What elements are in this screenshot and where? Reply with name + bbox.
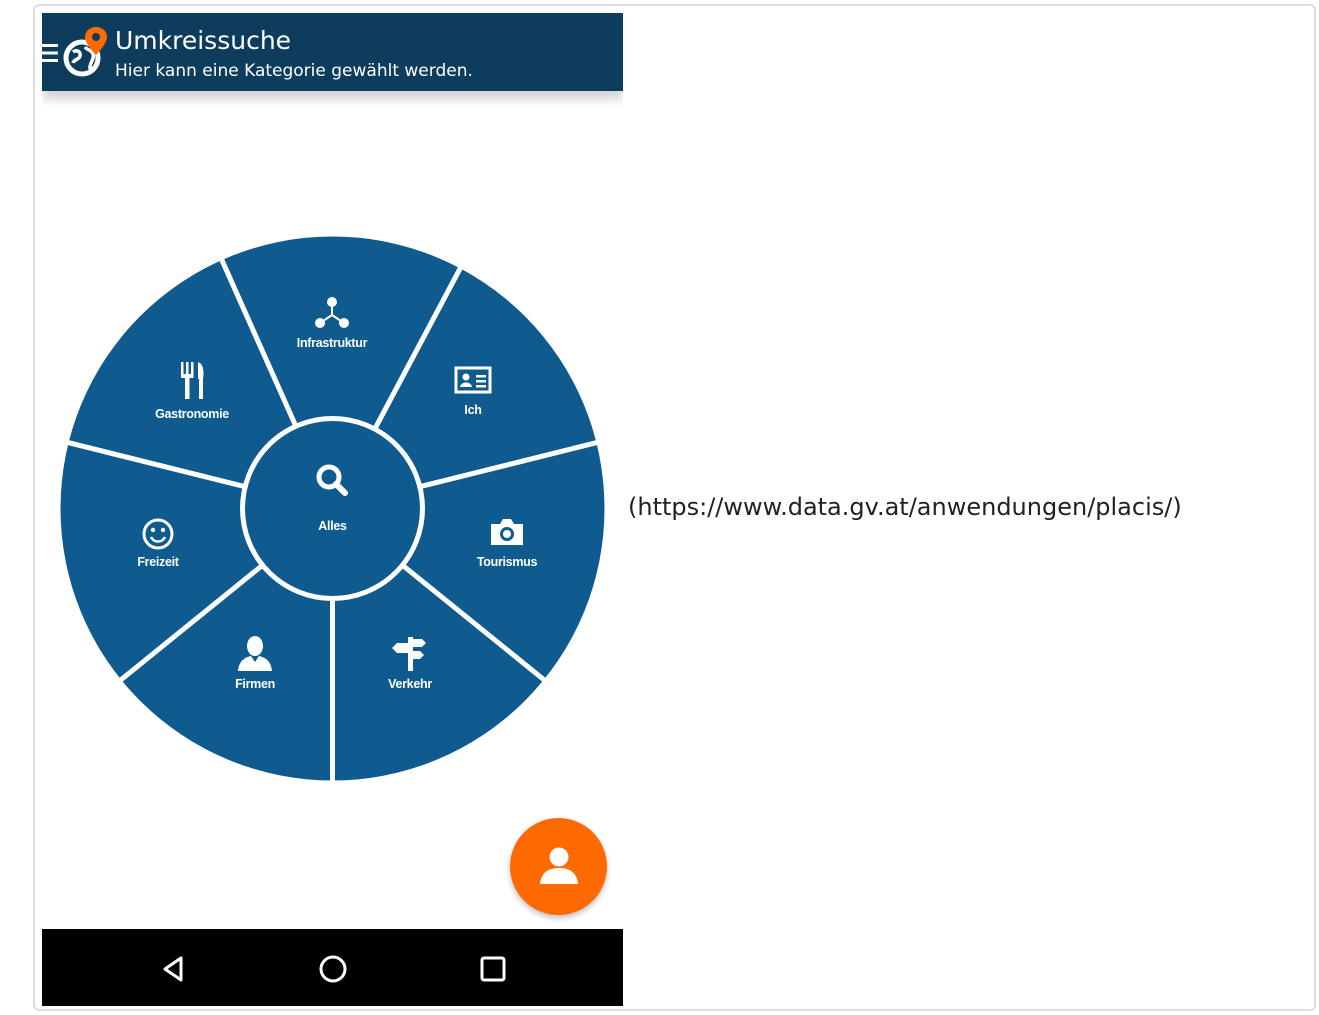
segment-label-gastronomie: Gastronomie bbox=[155, 407, 229, 421]
source-link[interactable]: (https://www.data.gv.at/anwendungen/plac… bbox=[628, 492, 1182, 522]
category-wheel: Alles Infrastruktur Ich Tourismus Verkeh… bbox=[60, 236, 605, 781]
segment-label-verkehr: Verkehr bbox=[388, 677, 432, 691]
user-icon bbox=[540, 847, 578, 884]
globe-location-icon bbox=[63, 27, 107, 77]
segment-label-tourismus: Tourismus bbox=[477, 555, 538, 569]
center-label: Alles bbox=[318, 519, 347, 533]
back-icon[interactable] bbox=[153, 949, 193, 989]
home-icon[interactable] bbox=[313, 949, 353, 989]
recent-apps-icon[interactable] bbox=[473, 949, 513, 989]
segment-label-ich: Ich bbox=[464, 403, 481, 417]
system-nav-bar bbox=[42, 929, 623, 1006]
segment-label-freizeit: Freizeit bbox=[137, 555, 179, 569]
app-title: Umkreissuche bbox=[115, 26, 292, 55]
profile-fab-button[interactable] bbox=[510, 818, 607, 915]
phone-screenshot: Umkreissuche Hier kann eine Kategorie ge… bbox=[42, 13, 623, 1006]
center-button-alles[interactable] bbox=[240, 416, 425, 601]
app-bar: Umkreissuche Hier kann eine Kategorie ge… bbox=[42, 13, 623, 91]
app-subtitle: Hier kann eine Kategorie gewählt werden. bbox=[115, 61, 473, 81]
segment-label-firmen: Firmen bbox=[235, 677, 275, 691]
segment-label-infrastruktur: Infrastruktur bbox=[297, 336, 368, 350]
